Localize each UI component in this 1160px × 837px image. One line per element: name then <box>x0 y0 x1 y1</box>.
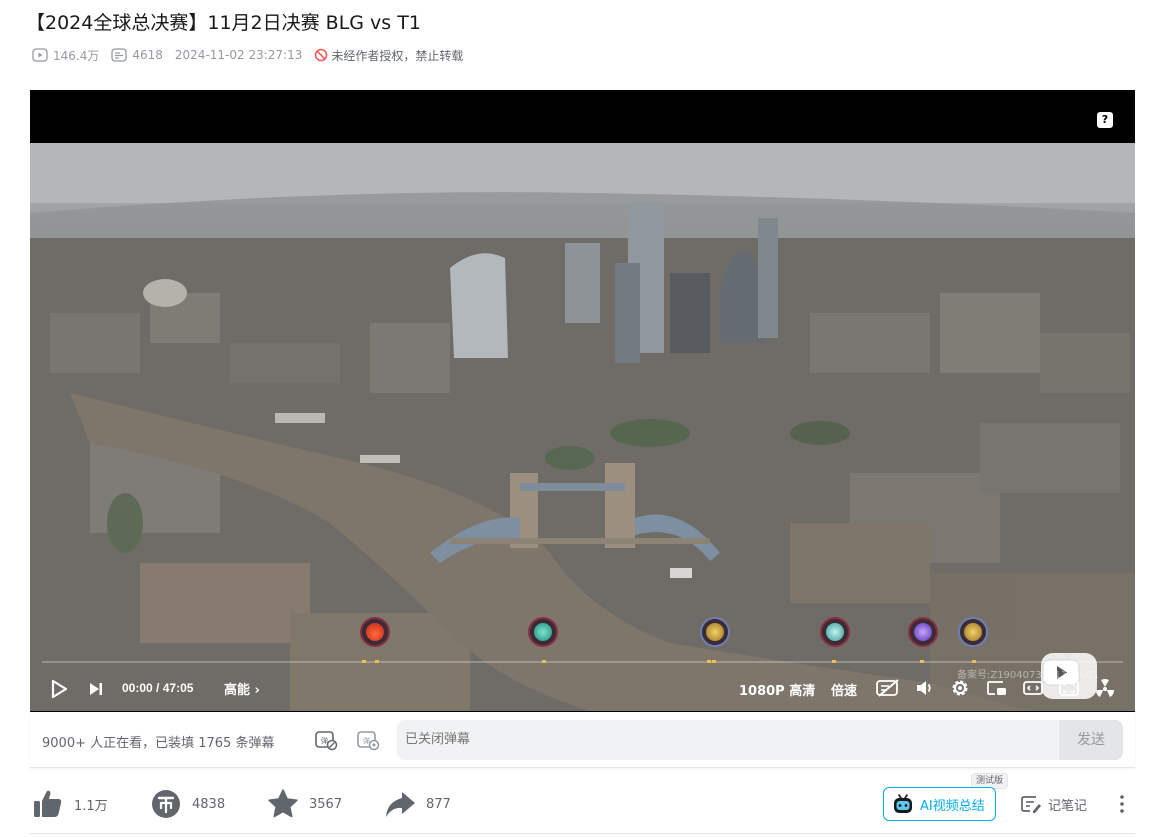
more-button[interactable] <box>1116 794 1128 818</box>
share-button[interactable]: 877 <box>384 788 451 820</box>
video-frame[interactable] <box>30 143 1135 711</box>
highlight-toggle[interactable]: 高能 › <box>224 679 260 698</box>
danmaku-switch-icon: 弹 <box>315 731 338 751</box>
like-count: 1.1万 <box>74 798 108 814</box>
fire-icon <box>366 623 384 641</box>
star-icon <box>268 789 298 818</box>
send-button[interactable]: 发送 <box>1059 720 1123 760</box>
thumbs-up-icon <box>34 790 62 817</box>
coin-count: 4838 <box>192 796 226 812</box>
danmaku-display-toggle[interactable]: 弹 <box>314 728 338 756</box>
ai-summary-label: AI视频总结 <box>920 798 985 814</box>
herald-icon <box>826 623 844 641</box>
publish-time: 2024-11-02 23:27:13 <box>174 48 303 62</box>
highlight-tick <box>707 660 711 663</box>
view-count: 146.4万 <box>32 47 99 64</box>
share-count: 877 <box>426 796 451 812</box>
web-fullscreen-button[interactable] <box>1058 678 1080 698</box>
speed-selector[interactable]: 倍速 <box>831 680 857 699</box>
robot-icon <box>894 794 912 813</box>
highlight-tick <box>832 660 836 663</box>
fullscreen-icon <box>1096 679 1114 697</box>
sword-x3-icon <box>706 623 724 641</box>
next-icon <box>90 683 102 695</box>
share-icon <box>386 792 415 817</box>
quality-selector[interactable]: 1080P 高清 <box>739 680 815 699</box>
picture-in-picture-icon <box>987 681 1006 695</box>
chevron-right-icon: › <box>254 683 260 698</box>
danmaku-settings-icon: 弹 <box>357 731 380 751</box>
video-meta: 146.4万 4618 2024-11-02 23:27:13 未经作者授权，禁… <box>32 46 463 64</box>
note-icon <box>1021 796 1041 813</box>
video-title: 【2024全球总决赛】11月2日决赛 BLG vs T1 <box>26 12 421 34</box>
action-bar: 1.1万 4838 3567 877 测试版 AI视频总结 记笔记 <box>30 773 1135 830</box>
danmaku-input[interactable] <box>397 720 1060 760</box>
play-count-icon <box>32 48 48 62</box>
forbidden-icon <box>315 48 328 62</box>
copyright-notice-text: 未经作者授权，禁止转载 <box>331 48 464 63</box>
highlight-label: 高能 <box>224 683 251 698</box>
help-icon[interactable]: ? <box>1097 112 1113 128</box>
video-player[interactable]: ? 备案号:Z1904073241113001 00:00 / 47:05 高能… <box>30 90 1135 712</box>
highlight-tick <box>712 660 716 663</box>
progress-bar[interactable] <box>42 660 1123 663</box>
triple-kill-marker[interactable] <box>700 617 730 647</box>
widescreen-button[interactable] <box>1022 678 1044 698</box>
danmaku-settings-button[interactable]: 弹 <box>356 728 380 756</box>
favorite-count: 3567 <box>309 796 343 812</box>
highlight-tick <box>375 660 379 663</box>
more-vertical-icon <box>1120 795 1124 813</box>
fullscreen-button[interactable] <box>1094 678 1116 698</box>
player-controls: 00:00 / 47:05 高能 › 1080P 高清 倍速 <box>30 664 1135 712</box>
favorite-button[interactable]: 3567 <box>267 788 342 820</box>
play-icon <box>51 679 68 699</box>
gear-icon <box>952 680 968 696</box>
current-time: 00:00 <box>122 681 153 695</box>
volume-button[interactable] <box>914 678 936 698</box>
divider <box>30 833 1135 834</box>
baron-icon <box>914 623 932 641</box>
sword-x2-icon <box>964 623 982 641</box>
danmaku-count: 4618 <box>111 48 163 62</box>
highlight-tick <box>362 660 366 663</box>
double-kill-marker[interactable] <box>958 617 988 647</box>
widescreen-icon <box>1023 681 1043 695</box>
viewer-count: 9000+ 人正在看，已装填 1765 条弹幕 <box>42 736 275 751</box>
baron-marker[interactable] <box>908 617 938 647</box>
highlight-tick <box>542 660 546 663</box>
coin-button[interactable]: 4838 <box>150 788 225 820</box>
take-notes-button[interactable]: 记笔记 <box>1020 794 1087 814</box>
danmaku-bar: 9000+ 人正在看，已装填 1765 条弹幕 弹 弹 发送 <box>30 712 1135 768</box>
danmaku-icon <box>111 48 128 62</box>
copyright-notice: 未经作者授权，禁止转载 <box>314 47 463 64</box>
ai-summary-button[interactable]: AI视频总结 <box>883 787 996 821</box>
like-button[interactable]: 1.1万 <box>32 788 108 820</box>
duration: 47:05 <box>162 681 194 695</box>
view-count-value: 146.4万 <box>53 48 100 63</box>
danmaku-off-icon <box>876 679 899 697</box>
play-button[interactable] <box>50 679 68 699</box>
danmaku-toggle-button[interactable] <box>876 678 899 698</box>
coin-icon <box>152 790 180 818</box>
rift-herald-marker[interactable] <box>820 617 850 647</box>
time-separator: / <box>156 681 160 695</box>
time-display: 00:00 / 47:05 <box>122 681 193 695</box>
dragon-ocean-marker[interactable] <box>528 617 558 647</box>
next-button[interactable] <box>88 681 104 697</box>
dragon-fire-marker[interactable] <box>360 617 390 647</box>
danmaku-count-value: 4618 <box>132 48 163 62</box>
volume-icon <box>917 681 931 695</box>
settings-button[interactable] <box>950 678 972 698</box>
note-label: 记笔记 <box>1048 798 1088 814</box>
highlight-tick <box>920 660 924 663</box>
ocean-icon <box>534 623 552 641</box>
pip-button[interactable] <box>986 678 1008 698</box>
highlight-tick <box>972 660 976 663</box>
web-fullscreen-icon <box>1059 680 1079 696</box>
